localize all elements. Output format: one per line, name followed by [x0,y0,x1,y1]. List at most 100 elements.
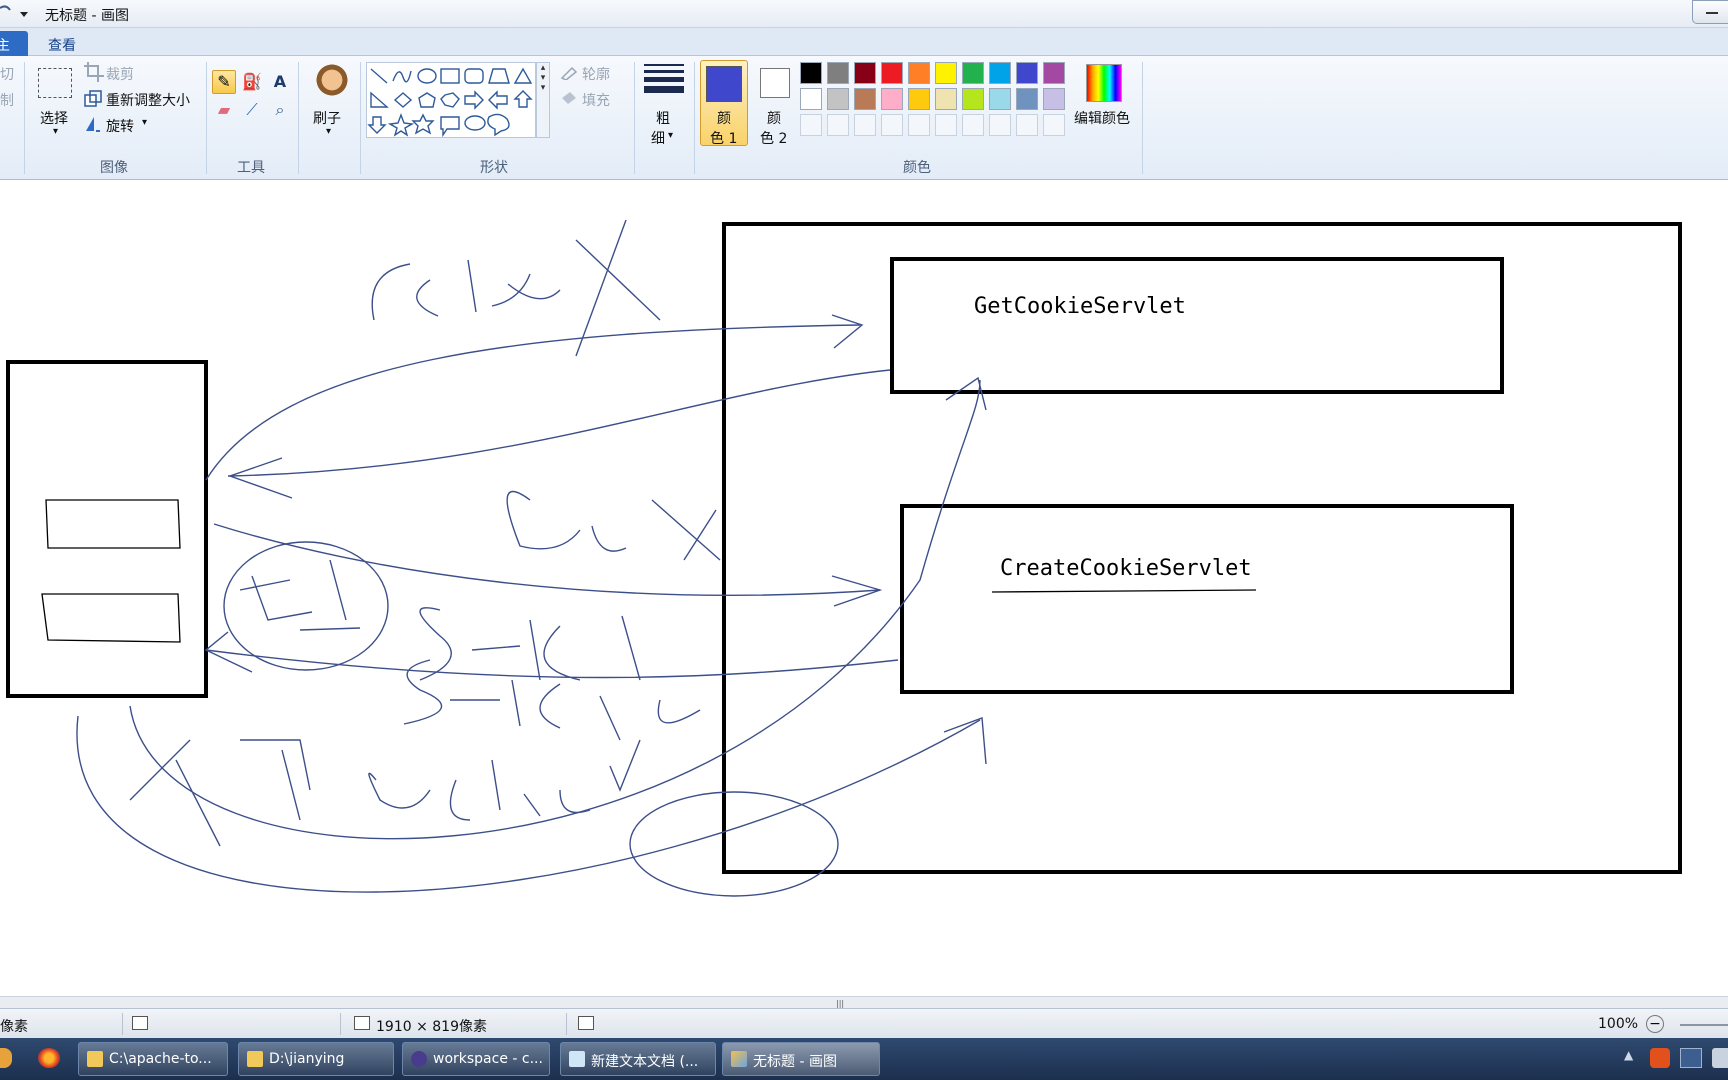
palette-swatch[interactable] [854,62,876,84]
palette-swatch[interactable] [908,62,930,84]
status-separator [122,1013,123,1035]
palette-swatch[interactable] [908,88,930,110]
palette-swatch[interactable] [962,62,984,84]
palette-swatch[interactable] [962,88,984,110]
palette-swatch[interactable] [935,62,957,84]
size-button-line1[interactable]: 粗 [656,108,670,128]
taskbar: C:\apache-to... D:\jianying workspace - … [0,1038,1728,1080]
palette-swatch[interactable] [854,88,876,110]
palette-swatch[interactable] [1043,114,1065,136]
fill-bucket-icon[interactable]: ⛽ [240,70,264,94]
size-icon[interactable] [644,64,684,100]
cut-button[interactable]: 切 [0,64,14,84]
palette-swatch[interactable] [827,88,849,110]
network-icon[interactable] [1680,1048,1702,1068]
taskbar-item-eclipse[interactable]: workspace - c... [402,1042,550,1076]
eraser-icon[interactable]: ▰ [212,98,236,122]
tab-view[interactable]: 查看 [38,31,86,56]
color2-label-b[interactable]: 色 2 [760,128,787,148]
palette-swatch[interactable] [827,114,849,136]
palette-swatch[interactable] [881,88,903,110]
drawing-canvas[interactable]: GetCookieServlet CreateCookieServlet [0,180,1728,996]
color1-swatch [706,66,742,102]
palette-swatch[interactable] [935,88,957,110]
show-hidden-icons[interactable]: ▲ [1624,1048,1636,1068]
title-bar: 无标题 - 画图 [0,0,1728,28]
palette-swatch[interactable] [1043,88,1065,110]
brush-icon[interactable] [308,64,348,104]
shapes-gallery[interactable] [366,62,536,138]
taskbar-item-apache-folder[interactable]: C:\apache-to... [78,1042,228,1076]
shapes-scroll[interactable]: ▴ ▾ ▾ [536,62,550,138]
palette-swatch[interactable] [827,62,849,84]
minimize-button[interactable] [1692,0,1728,24]
palette-swatch[interactable] [1016,114,1038,136]
resize-button[interactable]: 重新调整大小 [106,90,190,110]
eclipse-icon [411,1051,427,1067]
magnifier-icon[interactable]: ⌕ [268,98,292,122]
rotate-button[interactable]: 旋转 [106,116,134,136]
palette-swatch[interactable] [1016,88,1038,110]
quick-access-toolbar[interactable] [0,4,36,24]
scrollbar-grip[interactable]: ||| [836,999,844,1008]
get-servlet-box [890,257,1504,394]
edit-colors-icon[interactable] [1086,64,1122,102]
palette-swatch[interactable] [935,114,957,136]
color2-label-a[interactable]: 颜 [767,108,781,128]
select-button[interactable]: 选择 [40,108,68,128]
select-icon[interactable] [38,68,72,98]
firefox-icon[interactable] [38,1048,60,1068]
set-cookie-2 [403,659,701,741]
palette-swatch[interactable] [800,62,822,84]
color2-swatch[interactable] [760,68,790,98]
sogou-ime-icon[interactable] [1650,1048,1670,1068]
outline-button[interactable]: 轮廓 [582,64,610,84]
text-icon[interactable]: A [268,70,292,94]
tab-home[interactable]: 主页 [0,31,28,74]
edit-colors-button[interactable]: 编辑颜色 [1074,108,1130,128]
group-separator [634,62,635,174]
arrow-to-create [213,523,881,596]
zoom-slider[interactable] [1680,1024,1728,1026]
shapes-gallery-icons [367,67,533,138]
zoom-out-button[interactable]: − [1646,1015,1664,1033]
taskbar-item-jianying-folder[interactable]: D:\jianying [238,1042,394,1076]
rotate-dropdown-icon[interactable]: ▾ [142,117,147,128]
palette-swatch[interactable] [1043,62,1065,84]
fill-button[interactable]: 填充 [582,90,610,110]
create-servlet-box [900,504,1514,694]
shapes-group-label: 形状 [480,160,508,176]
horizontal-scrollbar[interactable]: ||| [0,996,1728,1008]
taskbar-item-notepad[interactable]: 新建文本文档 (... [560,1042,716,1076]
palette-swatch[interactable] [881,62,903,84]
palette-swatch[interactable] [881,114,903,136]
palette-swatch[interactable] [800,114,822,136]
palette-swatch[interactable] [800,88,822,110]
palette-swatch[interactable] [1016,62,1038,84]
palette-swatch[interactable] [962,114,984,136]
taskbar-item-label: workspace - c... [433,1051,543,1067]
palette-swatch[interactable] [854,114,876,136]
copy-button[interactable]: 制 [0,90,14,110]
group-separator [24,62,25,174]
color-picker-icon[interactable]: ⟋ [240,98,264,122]
palette-swatch[interactable] [908,114,930,136]
palette-swatch[interactable] [989,88,1011,110]
loop-to-get [129,379,981,840]
taskbar-item-label: D:\jianying [269,1051,345,1067]
browser-box [6,360,208,698]
select-dropdown-icon[interactable]: ▾ [53,126,58,137]
brush-button[interactable]: 刷子 [313,108,341,128]
palette-swatch[interactable] [989,62,1011,84]
palette-swatch[interactable] [989,114,1011,136]
volume-icon[interactable] [1712,1048,1728,1068]
start-button-icon[interactable] [0,1048,12,1068]
pencil-icon[interactable]: ✎ [212,70,236,94]
taskbar-item-paint[interactable]: 无标题 - 画图 [722,1042,880,1076]
cookie-circle [629,791,839,897]
group-separator [694,62,695,174]
size-button-line2[interactable]: 细 [651,128,665,148]
size-dropdown-icon[interactable]: ▾ [668,130,673,141]
brush-dropdown-icon[interactable]: ▾ [326,126,331,137]
crop-button[interactable]: 裁剪 [106,64,134,84]
